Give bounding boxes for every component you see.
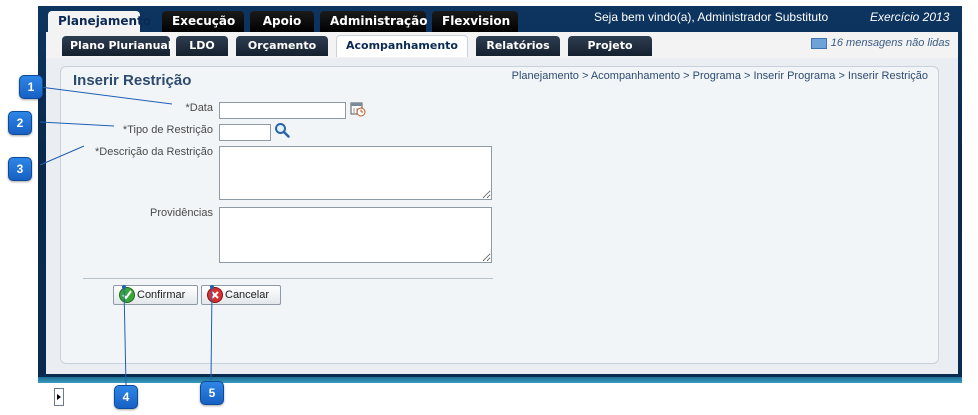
welcome-text: Seja bem vindo(a), Administrador Substit… — [594, 10, 829, 24]
sub-tab-bar: Plano Plurianual LDO Orçamento Acompanha… — [46, 32, 958, 58]
tab-administracao[interactable]: Administração — [320, 11, 428, 32]
tipo-label: *Tipo de Restrição — [101, 124, 213, 136]
content-area: Inserir Restrição Planejamento > Acompan… — [46, 58, 958, 406]
tab-relatorios[interactable]: Relatórios — [476, 36, 560, 56]
descricao-textarea[interactable] — [219, 146, 492, 200]
confirmar-button[interactable]: Confirmar — [113, 285, 198, 305]
providencias-label: Providências — [150, 207, 213, 219]
check-icon — [119, 287, 135, 303]
tipo-label-text: Tipo de Restrição — [127, 124, 213, 136]
messages-link[interactable]: 16 mensagens não lidas — [810, 37, 950, 49]
tab-flexvision[interactable]: Flexvision — [432, 11, 518, 32]
frame-bottom-bar — [38, 377, 962, 383]
calendar-icon[interactable] — [350, 101, 366, 121]
breadcrumb[interactable]: Planejamento > Acompanhamento > Programa… — [512, 70, 928, 82]
tab-ldo[interactable]: LDO — [176, 36, 228, 56]
tab-projeto[interactable]: Projeto — [568, 36, 652, 56]
page-title: Inserir Restrição — [73, 72, 192, 89]
callout-1: 1 — [19, 75, 43, 99]
callout-5: 5 — [200, 381, 224, 405]
data-input[interactable] — [219, 102, 346, 119]
tab-apoio[interactable]: Apoio — [250, 11, 314, 32]
tab-acompanhamento[interactable]: Acompanhamento — [336, 35, 468, 57]
descricao-label: *Descrição da Restrição — [71, 146, 213, 158]
application-frame: Planejamento Execução Apoio Administraçã… — [38, 6, 962, 406]
tipo-input[interactable] — [219, 124, 271, 141]
data-label-text: Data — [189, 102, 213, 114]
callout-4: 4 — [114, 385, 138, 409]
cancelar-button[interactable]: Cancelar — [201, 285, 281, 305]
callout-3: 3 — [8, 157, 32, 181]
messages-text: 16 mensagens não lidas — [830, 37, 950, 49]
tab-plano-plurianual[interactable]: Plano Plurianual — [62, 36, 172, 56]
tab-execucao[interactable]: Execução — [162, 11, 244, 32]
side-panel-toggle[interactable] — [54, 388, 64, 406]
confirmar-label: Confirmar — [137, 289, 186, 301]
form-panel: Inserir Restrição Planejamento > Acompan… — [60, 66, 939, 364]
search-icon[interactable] — [274, 122, 290, 142]
envelope-icon — [810, 37, 827, 49]
tab-orcamento[interactable]: Orçamento — [236, 36, 328, 56]
exercicio-label[interactable]: Exercício 2013 — [870, 10, 949, 24]
close-icon — [207, 287, 223, 303]
tab-planejamento[interactable]: Planejamento — [48, 11, 151, 33]
cancelar-label: Cancelar — [225, 289, 270, 301]
divider — [83, 278, 493, 279]
callout-2: 2 — [8, 111, 32, 135]
data-label: *Data — [121, 102, 213, 114]
descricao-label-text: Descrição da Restrição — [99, 146, 213, 158]
providencias-textarea[interactable] — [219, 207, 492, 263]
